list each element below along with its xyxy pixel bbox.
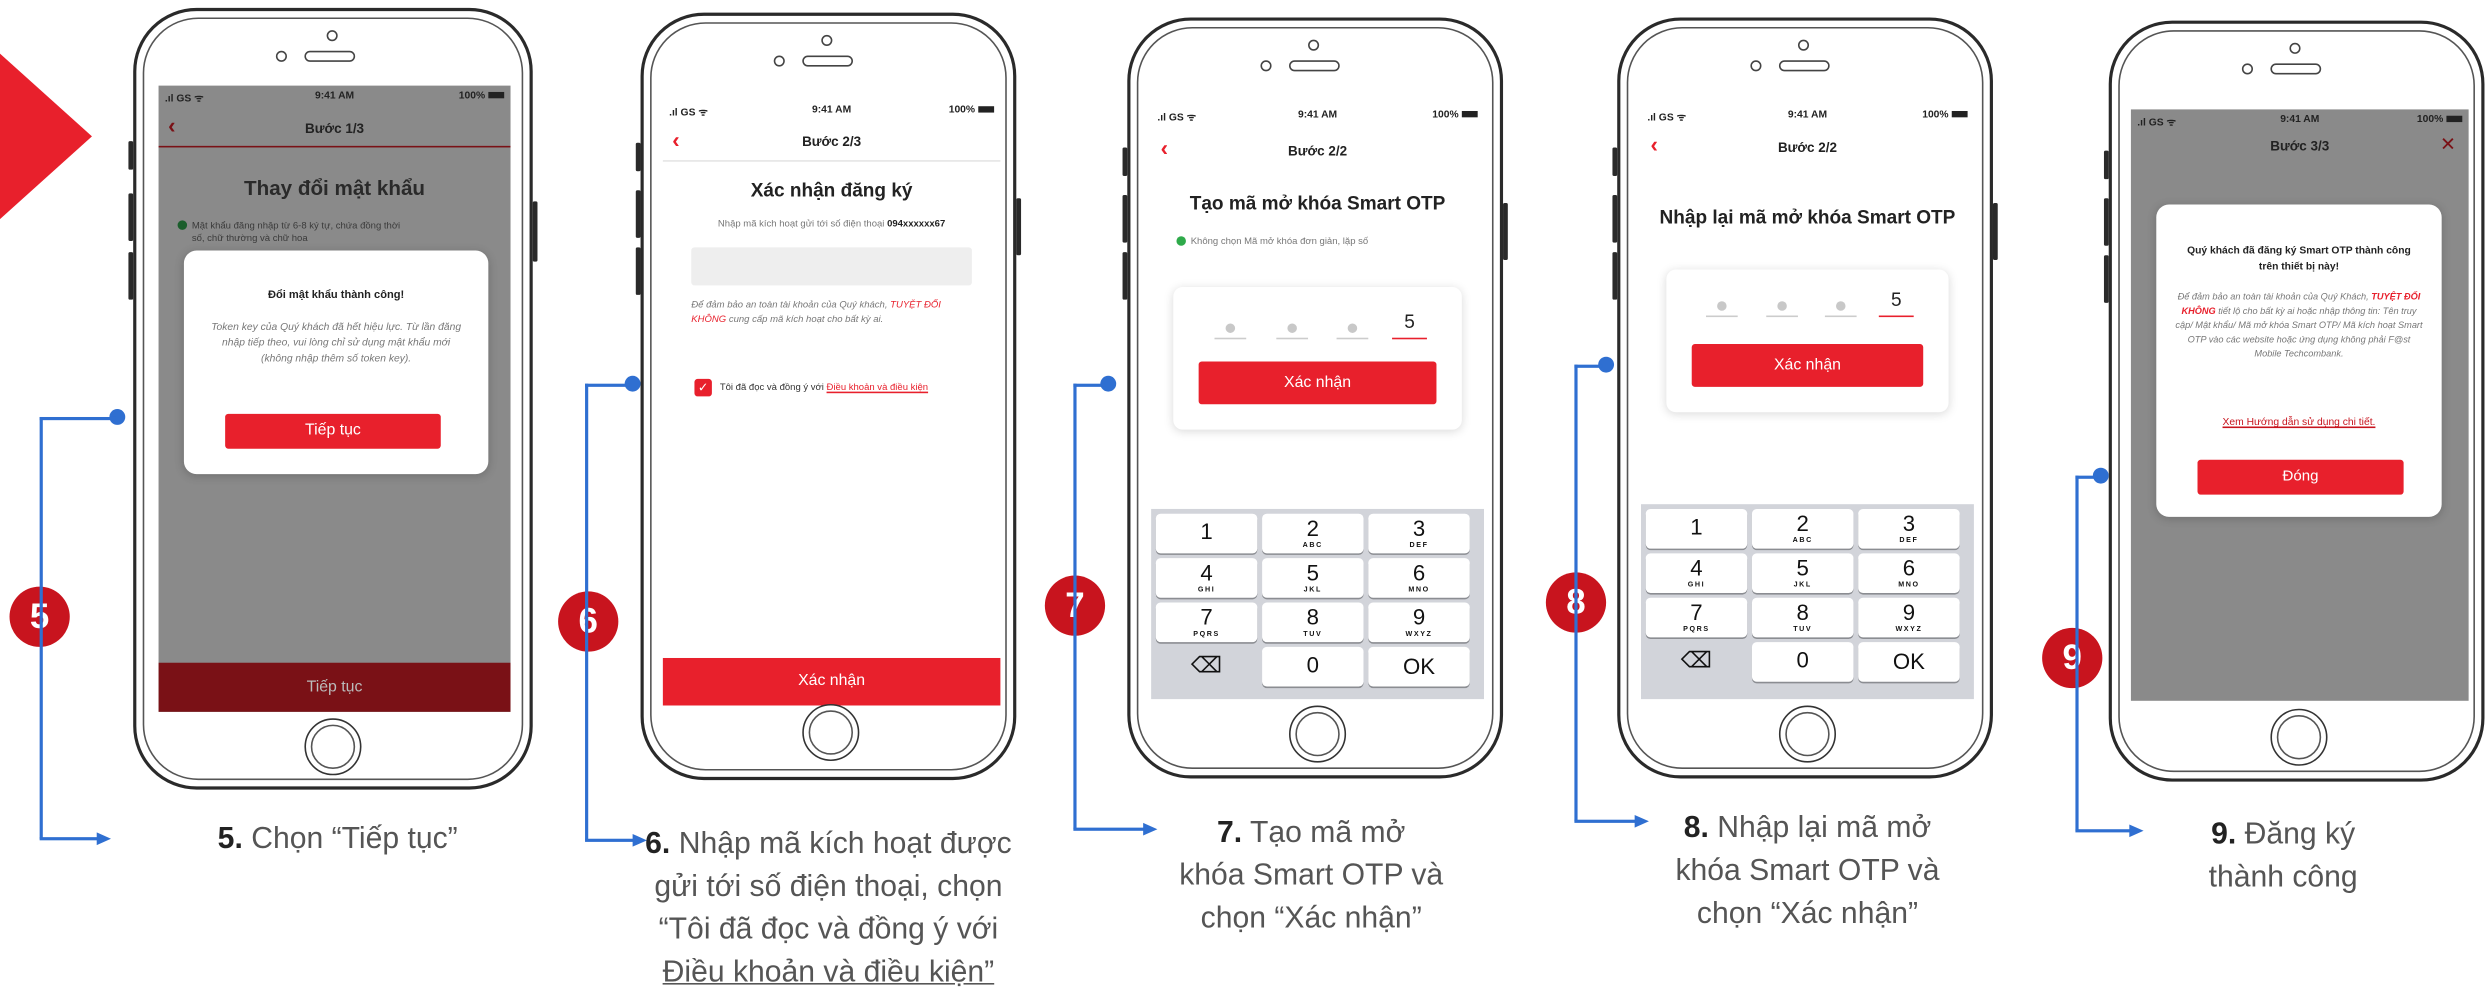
success-modal: Quý khách đã đăng ký Smart OTP thành côn… (2156, 204, 2442, 517)
key-4[interactable]: 4 GHI (1155, 558, 1258, 598)
key-4[interactable]: 4 GHI (1645, 553, 1748, 593)
terms-link[interactable]: Điều khoản và điều kiện (827, 384, 929, 394)
phone-step-7: .ıl GS ᯤ 9:41 AM 100% ‹ Bước 2/2 Tạo mã mở… (1122, 17, 1508, 779)
modal-title: Quý khách đã đăng ký Smart OTP thành côn… (2187, 245, 2411, 273)
phone-step-8: .ıl GS ᯤ 9:41 AM 100% ‹ Bước 2/2 Nhập lại … (1612, 17, 1998, 779)
key-ok[interactable]: OK (1368, 646, 1470, 687)
key-1[interactable]: 1 (1645, 508, 1748, 549)
confirm-button[interactable]: Xác nhận (662, 657, 1001, 706)
phone-step-9: .ıl GS ᯤ 9:41 AM 100% Bước 3/3 ✕ Quý khách… (2103, 20, 2485, 782)
activation-hint: Nhập mã kích hoạt gửi tới số điện thoại … (717, 220, 946, 230)
agree-label: Tôi đã đọc và đồng ý với Điều khoản và đ… (719, 383, 929, 394)
nav-title: Bước 3/3 (2270, 137, 2330, 154)
nav-title: Bước 2/3 (802, 133, 862, 150)
key-1[interactable]: 1 (1155, 513, 1258, 554)
nav-title: Bước 1/3 (305, 120, 365, 137)
key-8[interactable]: 8 TUV (1751, 597, 1854, 638)
modal-body: Token key của Quý khách đã hết hiệu lực.… (211, 321, 462, 365)
phone-step-5: .ıl GS ᯤ 9:41 AM 100% ‹ Bước 1/3 Thay đổi … (128, 7, 538, 790)
caption-step-7: 7. Tạo mã mở khóa Smart OTP và chọn “Xác… (1179, 816, 1444, 936)
activation-code-input[interactable] (691, 247, 972, 286)
caption-step-8: 8. Nhập lại mã mở khóa Smart OTP và chọn… (1675, 811, 1940, 931)
nav-title: Bước 2/2 (1777, 139, 1837, 156)
home-button (1289, 705, 1347, 763)
key-ok[interactable]: OK (1858, 642, 1960, 682)
caption-step-5: 5. Chọn “Tiếp tục” (217, 822, 458, 857)
screen-step-6: .ıl GS ᯤ 9:41 AM 100% ‹ Bước 2/3 Xác nhận … (662, 99, 1001, 706)
confirm-button[interactable]: Xác nhận (1198, 361, 1437, 405)
key-5[interactable]: 5 JKL (1262, 558, 1364, 598)
key-7[interactable]: 7 PQRS (1155, 602, 1258, 643)
step-number-6: 6 (558, 591, 619, 652)
key-7[interactable]: 7 PQRS (1645, 597, 1748, 638)
key-backspace[interactable]: ⌫ (1646, 642, 1747, 682)
pin-digit-4: 5 (1890, 288, 1902, 311)
key-3[interactable]: 3 DEF (1858, 508, 1960, 549)
pin-rule: Không chọn Mã mở khóa đơn giản, lặp số (1176, 236, 1368, 249)
key-6[interactable]: 6 MNO (1368, 558, 1470, 598)
numeric-keypad: 1 2 ABC 3 DEF 4 GHI 5 JKL 6 MNO 7 PQRS 8 TUV 9 WXYZ ⌫ 0 OK (1640, 504, 1974, 700)
home-button (2270, 708, 2328, 766)
step-number-9: 9 (2042, 627, 2103, 689)
page-title: Xác nhận đăng ký (750, 179, 913, 202)
screen-step-9: .ıl GS ᯤ 9:41 AM 100% Bước 3/3 ✕ Quý khách… (2130, 109, 2469, 701)
key-5[interactable]: 5 JKL (1751, 553, 1854, 593)
decorative-red-arrow (0, 50, 92, 222)
key-3[interactable]: 3 DEF (1368, 513, 1470, 554)
page-title: Thay đổi mật khẩu (244, 175, 426, 200)
page-title: Tạo mã mở khóa Smart OTP (1189, 191, 1446, 215)
key-9[interactable]: 9 WXYZ (1368, 602, 1470, 643)
key-9[interactable]: 9 WXYZ (1858, 597, 1960, 638)
screen-step-8: .ıl GS ᯤ 9:41 AM 100% ‹ Bước 2/2 Nhập lại … (1640, 104, 1974, 700)
close-icon[interactable]: ✕ (2440, 133, 2456, 155)
security-warning: Để đảm bảo an toàn tài khoản của Quý khá… (691, 301, 941, 326)
pin-card: 5 Xác nhận (1173, 286, 1462, 430)
phone-step-6: .ıl GS ᯤ 9:41 AM 100% ‹ Bước 2/3 Xác nhận … (635, 12, 1022, 781)
screen-step-5: .ıl GS ᯤ 9:41 AM 100% ‹ Bước 1/3 Thay đổi … (158, 85, 511, 712)
key-0[interactable]: 0 (1751, 642, 1854, 682)
caption-step-9: 9. Đăng ký thành công (2208, 818, 2358, 895)
confirm-button[interactable]: Xác nhận (1691, 344, 1924, 387)
numeric-keypad: 1 2 ABC 3 DEF 4 GHI 5 JKL 6 MNO 7 PQRS 8 TUV 9 WXYZ ⌫ 0 OK (1151, 508, 1485, 700)
pin-card: 5 Xác nhận (1666, 269, 1949, 413)
key-2[interactable]: 2 ABC (1262, 513, 1364, 554)
modal-body: Để đảm bảo an toàn tài khoản của Quý Khá… (2175, 293, 2423, 360)
success-modal: Đổi mật khẩu thành công! Token key của Q… (183, 250, 489, 475)
key-0[interactable]: 0 (1262, 646, 1364, 687)
home-button (1778, 705, 1837, 763)
bottom-continue-button[interactable]: Tiếp tục (158, 662, 511, 712)
key-6[interactable]: 6 MNO (1858, 553, 1960, 593)
nav-title: Bước 2/2 (1288, 142, 1348, 159)
modal-title: Đổi mật khẩu thành công! (267, 290, 405, 302)
close-button[interactable]: Đóng (2197, 459, 2404, 495)
pin-digit-4: 5 (1404, 310, 1415, 333)
home-button (304, 718, 362, 776)
key-2[interactable]: 2 ABC (1751, 508, 1854, 549)
key-backspace[interactable]: ⌫ (1156, 647, 1257, 687)
password-rule: Mật khẩu đăng nhập từ 6-8 ký tự, chứa đồ… (177, 220, 503, 245)
agree-checkbox[interactable]: ✓ (694, 378, 712, 397)
page-title: Nhập lại mã mở khóa Smart OTP (1659, 206, 1956, 229)
key-8[interactable]: 8 TUV (1262, 602, 1364, 643)
continue-button[interactable]: Tiếp tục (225, 413, 441, 449)
home-button (802, 703, 860, 762)
caption-step-6: 6. Nhập mã kích hoạt được gửi tới số điệ… (645, 827, 1012, 990)
screen-step-7: .ıl GS ᯤ 9:41 AM 100% ‹ Bước 2/2 Tạo mã mở… (1151, 104, 1485, 700)
guide-link[interactable]: Xem Hướng dẫn sử dụng chi tiết. (2156, 417, 2441, 430)
